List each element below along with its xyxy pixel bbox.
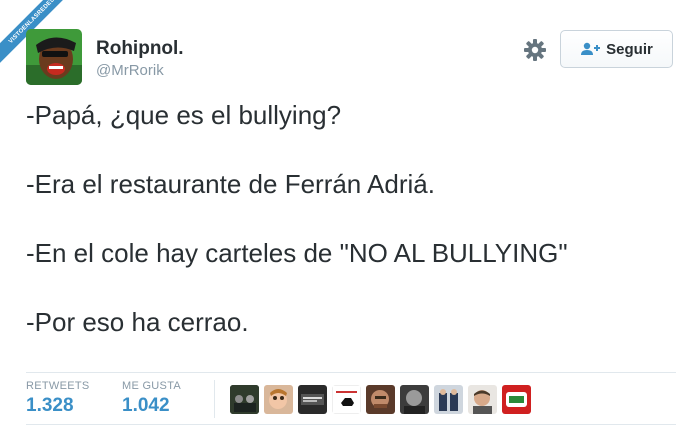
avatar[interactable] (26, 29, 82, 85)
user-handle[interactable]: @MrRorik (96, 62, 164, 79)
display-name[interactable]: Rohipnol. (96, 38, 184, 60)
liker-avatar[interactable] (264, 385, 293, 414)
liker-avatar[interactable] (366, 385, 395, 414)
retweets-stat[interactable]: RETWEETS 1.328 (26, 380, 90, 417)
likers-avatars (230, 385, 531, 414)
likes-stat[interactable]: ME GUSTA 1.042 (122, 380, 181, 417)
divider-top (26, 372, 676, 373)
retweets-count: 1.328 (26, 395, 74, 416)
gear-icon[interactable] (523, 38, 547, 62)
follow-button[interactable]: Seguir (560, 30, 673, 68)
liker-avatar[interactable] (400, 385, 429, 414)
avatar-cartoon-face-icon (26, 29, 82, 85)
liker-avatar[interactable] (332, 385, 361, 414)
tweet-card: VISTOENLASREDES Rohipnol. @MrRorik Segui… (0, 0, 700, 447)
follow-button-label: Seguir (606, 40, 653, 58)
likes-count: 1.042 (122, 395, 170, 416)
tweet-line: -Papá, ¿que es el bullying? (26, 100, 342, 130)
liker-avatar[interactable] (230, 385, 259, 414)
tweet-line: -Era el restaurante de Ferrán Adriá. (26, 169, 435, 199)
liker-avatar[interactable] (434, 385, 463, 414)
likes-label: ME GUSTA (122, 380, 182, 392)
tweet-line: -Por eso ha cerrao. (26, 307, 249, 337)
liker-avatar[interactable] (298, 385, 327, 414)
liker-avatar[interactable] (468, 385, 497, 414)
add-user-icon (580, 42, 601, 56)
liker-avatar[interactable] (502, 385, 531, 414)
tweet-text: -Papá, ¿que es el bullying? -Era el rest… (26, 100, 686, 338)
stats-separator (214, 380, 215, 418)
divider-bottom (26, 424, 676, 425)
tweet-line: -En el cole hay carteles de "NO AL BULLY… (26, 238, 568, 268)
retweets-label: RETWEETS (26, 380, 90, 392)
